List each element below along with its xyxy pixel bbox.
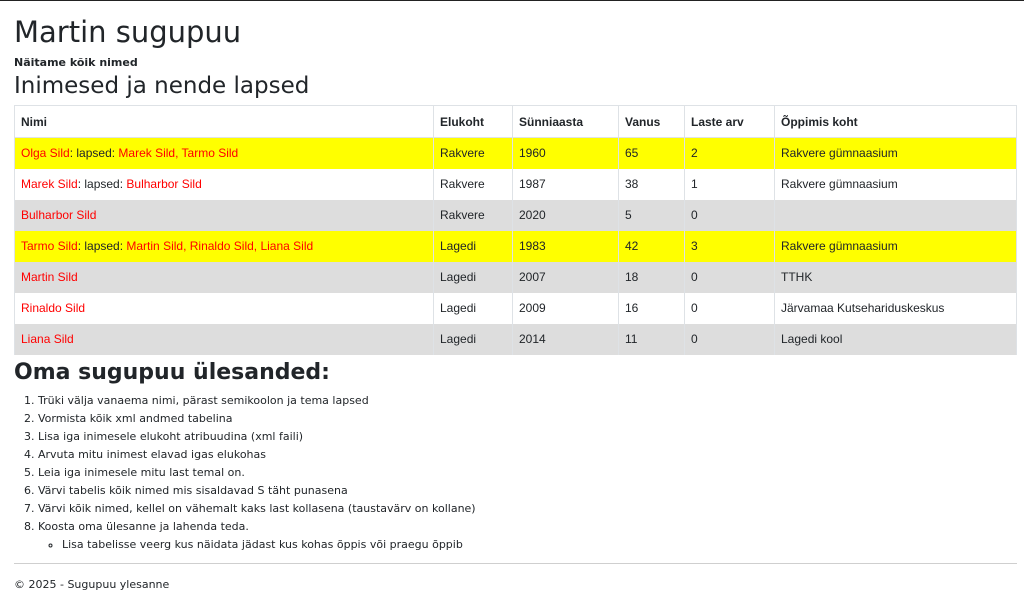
- footer-text: © 2025 - Sugupuu ylesanne: [14, 577, 170, 591]
- task-item: Värvi kõik nimed, kellel on vähemalt kak…: [38, 500, 1017, 518]
- task-item: Lisa iga inimesele elukoht atribuudina (…: [38, 428, 1017, 446]
- children-names: Martin Sild, Rinaldo Sild, Liana Sild: [126, 239, 314, 253]
- table-row: Olga Sild: lapsed: Marek Sild, Tarmo Sil…: [14, 137, 1017, 169]
- task-subitem: Lisa tabelisse veerg kus näidata jädast …: [62, 536, 1017, 554]
- cell-vanus: 18: [618, 261, 685, 293]
- footer-divider: [14, 562, 1017, 564]
- footer: © 2025 - Sugupuu ylesanne: [14, 578, 1017, 591]
- section-title: Inimesed ja nende lapsed: [14, 73, 310, 99]
- cell-oppimis-koht: [774, 199, 1017, 231]
- children-names: Bulharbor Sild: [126, 177, 202, 191]
- person-name: Marek Sild: [21, 177, 78, 191]
- cell-elukoht: Rakvere: [433, 168, 513, 200]
- person-name: Rinaldo Sild: [21, 301, 86, 315]
- cell-vanus: 42: [618, 230, 685, 262]
- cell-vanus: 5: [618, 199, 685, 231]
- cell-nimi: Martin Sild: [14, 261, 434, 293]
- table-row: Bulharbor Sild Rakvere 2020 5 0: [14, 199, 1017, 231]
- task-item: Koosta oma ülesanne ja lahenda teda. Lis…: [38, 518, 1017, 554]
- cell-nimi: Rinaldo Sild: [14, 292, 434, 324]
- column-header-oppimis-koht: Õppimis koht: [774, 105, 1017, 138]
- table-row: Liana Sild Lagedi 2014 11 0 Lagedi kool: [14, 323, 1017, 355]
- table-header-row: Nimi Elukoht Sünniaasta Vanus Laste arv …: [14, 105, 1017, 138]
- tasks-list: Trüki välja vanaema nimi, pärast semikoo…: [14, 392, 1017, 554]
- column-header-nimi: Nimi: [14, 105, 434, 138]
- task-item: Arvuta mitu inimest elavad igas elukohas: [38, 446, 1017, 464]
- person-name: Liana Sild: [21, 332, 74, 346]
- cell-laste-arv: 3: [684, 230, 775, 262]
- cell-synniaasta: 1960: [512, 137, 619, 169]
- cell-synniaasta: 2007: [512, 261, 619, 293]
- cell-synniaasta: 2009: [512, 292, 619, 324]
- cell-oppimis-koht: Rakvere gümnaasium: [774, 137, 1017, 169]
- task-item-text: Koosta oma ülesanne ja lahenda teda.: [38, 519, 249, 533]
- cell-nimi: Tarmo Sild: lapsed: Martin Sild, Rinaldo…: [14, 230, 434, 262]
- cell-laste-arv: 1: [684, 168, 775, 200]
- page-container: Martin sugupuu Näitame kõik nimed Inimes…: [0, 15, 1024, 591]
- cell-vanus: 65: [618, 137, 685, 169]
- cell-nimi: Liana Sild: [14, 323, 434, 355]
- tasks-title: Oma sugupuu ülesanded:: [14, 359, 330, 385]
- cell-oppimis-koht: Lagedi kool: [774, 323, 1017, 355]
- cell-laste-arv: 2: [684, 137, 775, 169]
- cell-oppimis-koht: Rakvere gümnaasium: [774, 230, 1017, 262]
- cell-elukoht: Rakvere: [433, 199, 513, 231]
- cell-vanus: 16: [618, 292, 685, 324]
- column-header-vanus: Vanus: [618, 105, 685, 138]
- cell-elukoht: Lagedi: [433, 292, 513, 324]
- column-header-synniaasta: Sünniaasta: [512, 105, 619, 138]
- page-title: Martin sugupuu: [14, 15, 242, 49]
- cell-laste-arv: 0: [684, 323, 775, 355]
- person-name: Martin Sild: [21, 270, 78, 284]
- cell-elukoht: Rakvere: [433, 137, 513, 169]
- cell-laste-arv: 0: [684, 199, 775, 231]
- children-prefix: lapsed:: [84, 177, 127, 191]
- person-name: Olga Sild: [21, 146, 70, 161]
- column-header-laste-arv: Laste arv: [684, 105, 775, 138]
- task-sublist: Lisa tabelisse veerg kus näidata jädast …: [38, 536, 1017, 554]
- children-prefix: lapsed:: [84, 239, 127, 253]
- cell-vanus: 38: [618, 168, 685, 200]
- table-body: Olga Sild: lapsed: Marek Sild, Tarmo Sil…: [14, 137, 1017, 355]
- cell-nimi: Bulharbor Sild: [14, 199, 434, 231]
- task-item: Vormista kõik xml andmed tabelina: [38, 410, 1017, 428]
- cell-synniaasta: 2014: [512, 323, 619, 355]
- task-item: Trüki välja vanaema nimi, pärast semikoo…: [38, 392, 1017, 410]
- task-item: Leia iga inimesele mitu last temal on.: [38, 464, 1017, 482]
- children-names: Marek Sild, Tarmo Sild: [118, 146, 239, 161]
- cell-oppimis-koht: Järvamaa Kutsehariduskeskus: [774, 292, 1017, 324]
- column-header-elukoht: Elukoht: [433, 105, 513, 138]
- cell-elukoht: Lagedi: [433, 230, 513, 262]
- cell-elukoht: Lagedi: [433, 261, 513, 293]
- cell-laste-arv: 0: [684, 292, 775, 324]
- person-name: Bulharbor Sild: [21, 208, 97, 222]
- family-table: Nimi Elukoht Sünniaasta Vanus Laste arv …: [14, 105, 1017, 355]
- cell-synniaasta: 1983: [512, 230, 619, 262]
- cell-oppimis-koht: TTHK: [774, 261, 1017, 293]
- cell-elukoht: Lagedi: [433, 323, 513, 355]
- cell-nimi: Marek Sild: lapsed: Bulharbor Sild: [14, 168, 434, 200]
- cell-laste-arv: 0: [684, 261, 775, 293]
- cell-vanus: 11: [618, 323, 685, 355]
- table-row: Martin Sild Lagedi 2007 18 0 TTHK: [14, 261, 1017, 293]
- table-row: Marek Sild: lapsed: Bulharbor Sild Rakver…: [14, 168, 1017, 200]
- table-row: Tarmo Sild: lapsed: Martin Sild, Rinaldo…: [14, 230, 1017, 262]
- table-row: Rinaldo Sild Lagedi 2009 16 0 Järvamaa Kutseh…: [14, 292, 1017, 324]
- person-name: Tarmo Sild: [21, 239, 78, 253]
- cell-synniaasta: 2020: [512, 199, 619, 231]
- page-subtitle: Näitame kõik nimed: [14, 56, 138, 69]
- task-item: Värvi tabelis kõik nimed mis sisaldavad …: [38, 482, 1017, 500]
- cell-synniaasta: 1987: [512, 168, 619, 200]
- cell-nimi: Olga Sild: lapsed: Marek Sild, Tarmo Sil…: [14, 137, 434, 169]
- cell-oppimis-koht: Rakvere gümnaasium: [774, 168, 1017, 200]
- children-prefix: lapsed:: [76, 146, 119, 161]
